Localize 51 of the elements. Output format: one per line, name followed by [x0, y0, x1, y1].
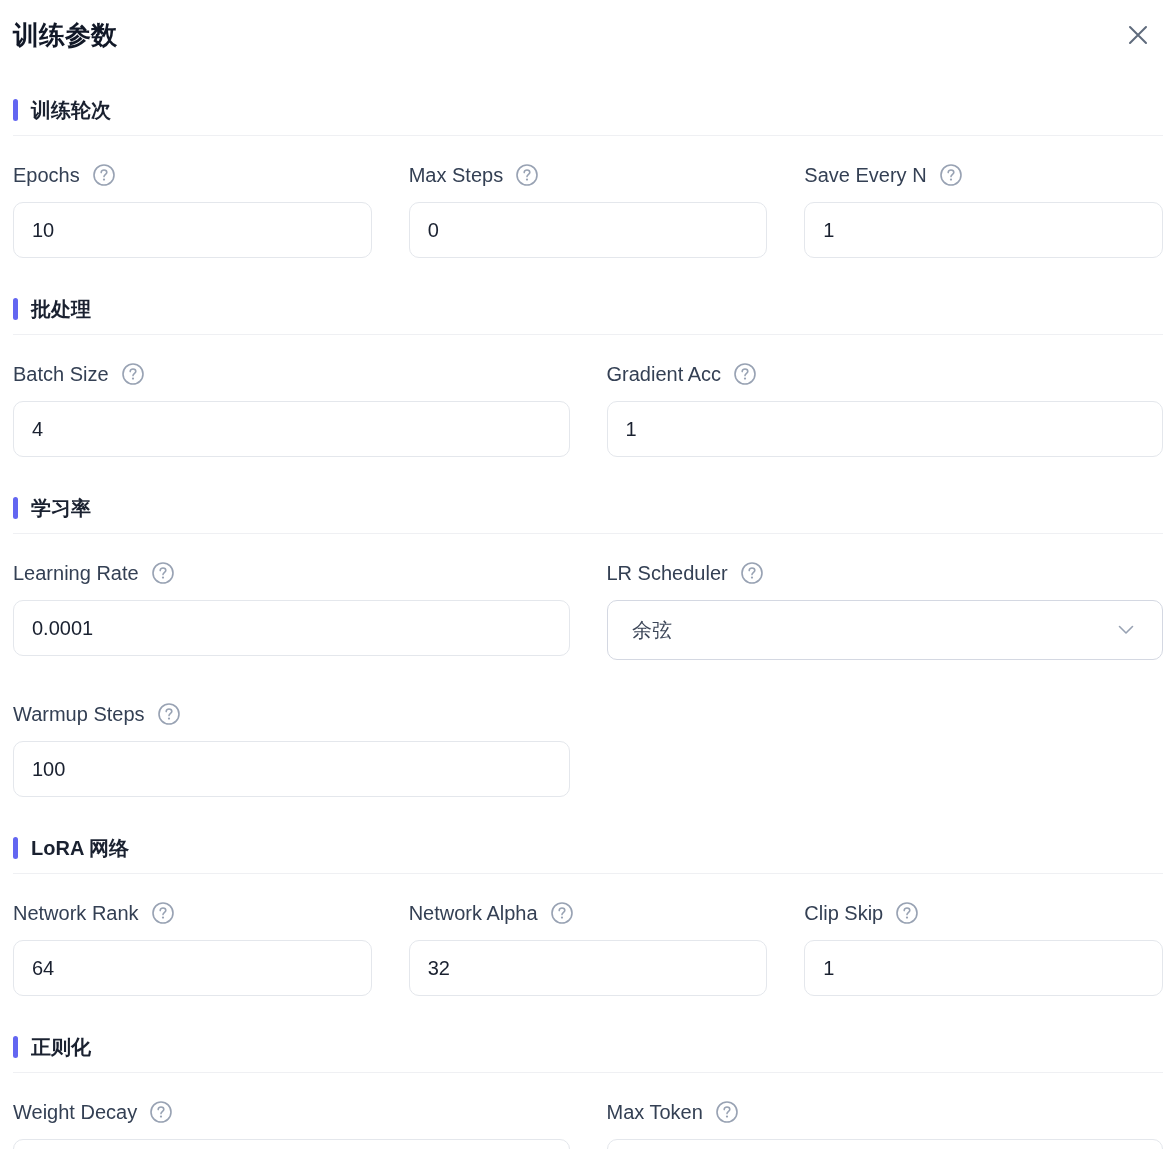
section-marker-icon — [13, 497, 18, 519]
input-field[interactable]: 0 — [408, 202, 768, 258]
section-title: 训练轮次 — [31, 97, 111, 123]
field-label: Batch Size — [13, 362, 109, 386]
input-field[interactable]: 32 — [408, 940, 768, 996]
field-label: Network Rank — [13, 901, 139, 925]
section-title: LoRA 网络 — [31, 835, 130, 861]
close-button[interactable] — [1128, 25, 1148, 45]
help-icon[interactable] — [151, 902, 174, 924]
field-label: Warmup Steps — [13, 702, 145, 726]
input-field[interactable]: 0.0001 — [13, 600, 570, 656]
field-label: Network Alpha — [408, 901, 538, 925]
section-marker-icon — [13, 99, 18, 121]
field-label: Weight Decay — [13, 1100, 138, 1124]
field-label: Max Steps — [408, 163, 504, 187]
dropdown-select[interactable]: 余弦 — [606, 600, 1163, 660]
field-label: LR Scheduler — [606, 561, 728, 585]
section-title: 正则化 — [31, 1034, 91, 1060]
input-field[interactable]: 1 — [804, 202, 1163, 258]
help-icon[interactable] — [516, 164, 539, 186]
input-field[interactable]: 64 — [13, 940, 372, 996]
input-field[interactable]: 100 — [13, 741, 570, 797]
help-icon[interactable] — [121, 363, 144, 385]
field-label: Epochs — [13, 163, 80, 187]
help-icon[interactable] — [150, 1101, 173, 1123]
help-icon[interactable] — [92, 164, 115, 186]
input-field[interactable]: 1 — [804, 940, 1163, 996]
close-icon — [1128, 25, 1148, 45]
help-icon[interactable] — [734, 363, 756, 385]
section-title: 学习率 — [31, 495, 91, 521]
field-label: Max Token — [606, 1100, 703, 1124]
section-marker-icon — [13, 298, 18, 320]
chevron-down-icon — [1118, 625, 1134, 635]
help-icon[interactable] — [896, 902, 919, 924]
help-icon[interactable] — [939, 164, 962, 186]
field-label: Save Every N — [804, 163, 927, 187]
input-field[interactable]: 4 — [13, 401, 570, 457]
help-icon[interactable] — [740, 562, 763, 584]
input-field[interactable]: 10 — [13, 202, 372, 258]
section-title: 批处理 — [31, 296, 91, 322]
field-label: Gradient Acc — [606, 362, 721, 386]
field-label: Clip Skip — [804, 901, 884, 925]
section-marker-icon — [13, 837, 18, 859]
section-marker-icon — [13, 1036, 18, 1058]
help-icon[interactable] — [715, 1101, 738, 1123]
help-icon[interactable] — [151, 562, 174, 584]
field-label: Learning Rate — [13, 561, 139, 585]
help-icon[interactable] — [550, 902, 573, 924]
input-field[interactable]: 1 — [606, 401, 1163, 457]
help-icon[interactable] — [157, 703, 180, 725]
dialog-title: 训练参数 — [13, 19, 117, 52]
